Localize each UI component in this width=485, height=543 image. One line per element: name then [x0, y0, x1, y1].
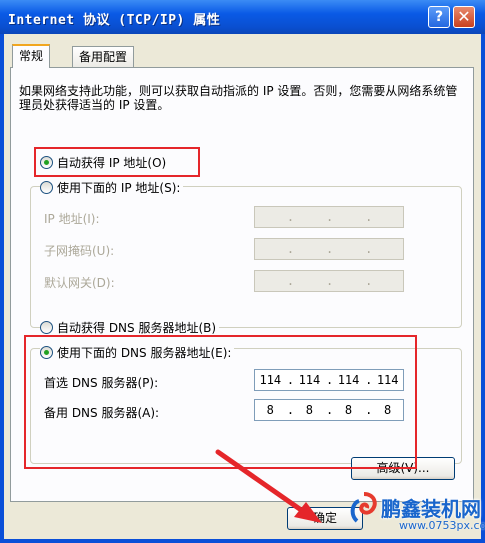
window-title: Internet 协议 (TCP/IP) 属性: [8, 13, 221, 28]
watermark-logo: 鹏鑫装机网 www.0753px.com: [345, 489, 485, 543]
close-button[interactable]: ✕: [453, 6, 475, 28]
close-icon: ✕: [457, 7, 471, 26]
watermark-swirl-icon: [350, 492, 377, 523]
watermark-text: 鹏鑫装机网: [381, 497, 481, 521]
dialog-window: Internet 协议 (TCP/IP) 属性 ? ✕ 常规 备用配置 如果网络…: [0, 0, 485, 543]
help-button[interactable]: ?: [428, 6, 450, 28]
title-bar[interactable]: Internet 协议 (TCP/IP) 属性 ? ✕: [0, 0, 485, 34]
dialog-client: 常规 备用配置 如果网络支持此功能，则可以获取自动指派的 IP 设置。否则，您需…: [4, 34, 485, 539]
red-arrow-icon: [215, 449, 322, 523]
tab-general[interactable]: 常规: [12, 44, 51, 68]
watermark-url: www.0753px.com: [399, 519, 485, 532]
